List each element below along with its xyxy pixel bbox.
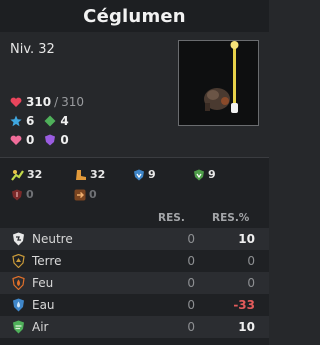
wrestle-icon — [11, 169, 24, 181]
hp-separator: / — [54, 95, 59, 109]
ap-value: 6 — [26, 114, 35, 128]
blue-shield-icon — [134, 169, 144, 180]
boot-icon — [76, 169, 86, 180]
pink-heart-icon — [10, 135, 22, 145]
secondary-stat-4: 9 — [193, 168, 216, 181]
fire-element-icon — [12, 276, 25, 290]
secondary-stat-3: 9 — [133, 168, 156, 181]
orange-arrow-icon — [74, 189, 86, 200]
air-element-icon — [13, 320, 24, 334]
shield-value: 0 — [26, 133, 35, 147]
title-bar: Céglumen — [0, 0, 269, 32]
green-shield-icon — [194, 169, 204, 180]
ap-mp-row: 6 4 — [10, 114, 79, 128]
earth-element-icon — [12, 254, 25, 268]
secondary-stat-2: 32 — [74, 168, 105, 181]
hp-row: 310 / 310 — [10, 95, 94, 109]
hp-max: 310 — [61, 95, 85, 109]
secondary-stat-6: 0 — [74, 188, 97, 201]
secondary-stat-1: 32 — [11, 168, 42, 181]
resistance-row-feu: Feu 0 0 — [0, 272, 269, 294]
level-label: Niv. 32 — [10, 42, 55, 57]
dodge-value: 0 — [60, 133, 69, 147]
monster-image — [204, 41, 239, 113]
resistance-row-air: Air 0 10 — [0, 316, 269, 338]
resistance-row-eau: Eau 0 -33 — [0, 294, 269, 316]
neutral-element-icon — [13, 232, 24, 246]
res-column-header: RES. — [158, 212, 185, 224]
action-points-star-icon — [10, 115, 22, 127]
shield-dodge-row: 0 0 — [10, 133, 79, 147]
monster-name: Céglumen — [83, 5, 186, 27]
resistance-row-terre: Terre 0 0 — [0, 250, 269, 272]
mp-value: 4 — [60, 114, 69, 128]
heart-icon — [10, 97, 22, 107]
monster-portrait — [178, 40, 259, 126]
hp-current: 310 — [26, 95, 52, 109]
res-percent-column-header: RES.% — [212, 212, 250, 224]
water-element-icon — [13, 298, 24, 312]
secondary-stat-5: 0 — [11, 188, 34, 201]
resistance-row-neutre: Neutre 0 10 — [0, 228, 269, 250]
movement-points-diamond-icon — [44, 115, 56, 127]
purple-shield-icon — [45, 134, 56, 146]
red-shield-icon — [12, 189, 22, 200]
